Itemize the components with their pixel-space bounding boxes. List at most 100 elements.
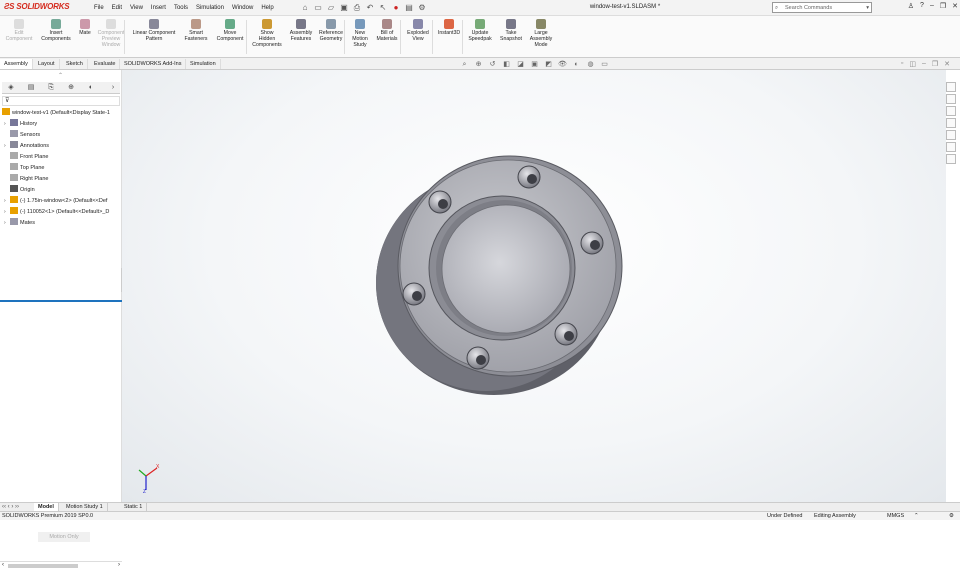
command-large-assembly-mode[interactable]: Large Assembly Mode: [528, 19, 554, 48]
tree-item[interactable]: › Mates: [4, 218, 35, 228]
command-instant3d[interactable]: Instant3D: [436, 19, 462, 36]
tree-item[interactable]: Top Plane: [4, 163, 44, 173]
tree-item[interactable]: Origin: [4, 185, 35, 195]
viewport-tile-icon[interactable]: ◫: [909, 60, 916, 68]
tab-layout[interactable]: Layout: [34, 59, 60, 69]
tab-solidworks-add-ins[interactable]: SOLIDWORKS Add-Ins: [120, 59, 187, 69]
options-icon[interactable]: ⚙: [417, 2, 427, 13]
command-assembly-features[interactable]: Assembly Features: [288, 19, 314, 42]
command-linear-component-pattern[interactable]: Linear Component Pattern: [128, 19, 180, 42]
file-properties-icon[interactable]: ▤: [404, 2, 414, 13]
design-library-icon[interactable]: [946, 94, 956, 104]
dynamic-annotation-icon[interactable]: ◪: [516, 60, 525, 69]
tree-item[interactable]: Right Plane: [4, 174, 48, 184]
tree-item[interactable]: › Annotations: [4, 141, 49, 151]
view-orientation-icon[interactable]: ▣: [530, 60, 539, 69]
hide-show-icon[interactable]: 👁: [558, 60, 567, 69]
panel-next-icon[interactable]: ›: [106, 83, 120, 93]
open-icon[interactable]: ▱: [326, 2, 336, 13]
tree-filter-input[interactable]: ⊽: [2, 96, 120, 106]
command-exploded-view[interactable]: Exploded View: [404, 19, 432, 42]
tree-item[interactable]: Sensors: [4, 130, 40, 140]
restore-icon[interactable]: ❐: [940, 2, 946, 10]
command-component-preview-window[interactable]: Component Preview Window: [96, 19, 126, 48]
reference-triad: X Z: [130, 460, 160, 496]
scroll-thumb[interactable]: [8, 564, 78, 568]
rebuild-icon[interactable]: ●: [391, 2, 401, 13]
zoom-to-area-icon[interactable]: ⊕: [474, 60, 483, 69]
tab-sketch[interactable]: Sketch: [62, 59, 88, 69]
tree-item[interactable]: › (-) 110052<1> (Default<<Default>_D: [4, 207, 109, 217]
tab-simulation[interactable]: Simulation: [186, 59, 221, 69]
menu-tools[interactable]: Tools: [170, 4, 192, 12]
menu-simulation[interactable]: Simulation: [192, 4, 228, 12]
tab-evaluate[interactable]: Evaluate: [90, 59, 121, 69]
print-icon[interactable]: ⎙: [352, 2, 362, 13]
scene-icon[interactable]: ◍: [586, 60, 595, 69]
view-settings-icon[interactable]: ▭: [600, 60, 609, 69]
edit-appearance-icon[interactable]: ◐: [572, 60, 581, 69]
command-new-motion-study[interactable]: New Motion Study: [348, 19, 372, 48]
dimxpert-tab-icon[interactable]: ⊕: [64, 83, 78, 93]
menu-insert[interactable]: Insert: [147, 4, 170, 12]
tree-item[interactable]: Front Plane: [4, 152, 48, 162]
search-commands-input[interactable]: ⌕ Search Commands ▾: [772, 2, 872, 13]
user-icon[interactable]: ♙: [908, 2, 914, 10]
menu-help[interactable]: Help: [257, 4, 277, 12]
menu-file[interactable]: File: [90, 4, 108, 12]
command-mate[interactable]: Mate: [76, 19, 94, 36]
display-manager-tab-icon[interactable]: ◐: [84, 83, 98, 93]
solidworks-logo[interactable]: ƧS SOLIDWORKS: [4, 2, 70, 11]
new-document-icon[interactable]: ▭: [313, 2, 323, 13]
viewport-minimize-icon[interactable]: ▫: [901, 60, 903, 68]
scroll-left-icon[interactable]: ‹: [2, 562, 4, 568]
command-update-speedpak[interactable]: Update Speedpak: [466, 19, 494, 42]
home-icon[interactable]: ⌂: [300, 2, 310, 13]
scroll-right-icon[interactable]: ›: [118, 562, 120, 568]
tree-item[interactable]: › History: [4, 119, 37, 129]
view-palette-icon[interactable]: [946, 118, 956, 128]
menu-window[interactable]: Window: [228, 4, 257, 12]
display-style-icon[interactable]: ◩: [544, 60, 553, 69]
select-icon[interactable]: ↖: [378, 2, 388, 13]
tab-assembly[interactable]: Assembly: [0, 59, 33, 69]
tree-item[interactable]: window-test-v1 (Default<Display State-1: [2, 108, 110, 118]
assembly-model[interactable]: [122, 70, 946, 502]
viewport-min-icon[interactable]: –: [922, 60, 926, 68]
help-icon[interactable]: ?: [920, 2, 924, 10]
custom-properties-icon[interactable]: [946, 142, 956, 152]
command-take-snapshot[interactable]: Take Snapshot: [498, 19, 524, 42]
forum-icon[interactable]: [946, 154, 956, 164]
command-show-hidden-components[interactable]: Show Hidden Components: [252, 19, 282, 48]
save-icon[interactable]: ▣: [339, 2, 349, 13]
command-bill-of-materials[interactable]: Bill of Materials: [374, 19, 400, 42]
graphics-area[interactable]: [122, 70, 946, 502]
panel-collapse-icon[interactable]: ⌃: [58, 72, 63, 79]
command-reference-geometry[interactable]: Reference Geometry: [316, 19, 346, 42]
zoom-to-fit-icon[interactable]: ⌕: [460, 60, 469, 69]
minimize-icon[interactable]: –: [930, 2, 934, 10]
command-insert-components[interactable]: Insert Components: [38, 19, 74, 42]
viewport-restore-icon[interactable]: ❐: [932, 60, 938, 68]
viewport-close-icon[interactable]: ✕: [944, 60, 950, 68]
property-manager-tab-icon[interactable]: ▤: [24, 83, 38, 93]
command-move-component[interactable]: Move Component: [212, 19, 248, 42]
menu-view[interactable]: View: [126, 4, 147, 12]
command-smart-fasteners[interactable]: Smart Fasteners: [182, 19, 210, 42]
search-dropdown-icon[interactable]: ▾: [866, 3, 869, 13]
section-view-icon[interactable]: ◧: [502, 60, 511, 69]
previous-view-icon[interactable]: ↺: [488, 60, 497, 69]
command-edit-component[interactable]: Edit Component: [2, 19, 36, 42]
menu-edit[interactable]: Edit: [108, 4, 126, 12]
undo-icon[interactable]: ↶: [365, 2, 375, 13]
configuration-manager-tab-icon[interactable]: ⎘: [44, 83, 58, 93]
tree-item[interactable]: › (-) 1.75in-window<2> (Default<<Def: [4, 196, 107, 206]
feature-manager-tab-icon[interactable]: ◈: [4, 83, 18, 93]
appearances-icon[interactable]: [946, 130, 956, 140]
close-icon[interactable]: ✕: [952, 2, 958, 10]
rollback-bar[interactable]: [0, 300, 122, 302]
command-label: Smart Fasteners: [184, 30, 208, 42]
solidworks-resources-icon[interactable]: [946, 82, 956, 92]
panel-horizontal-scrollbar[interactable]: ‹ ›: [0, 561, 122, 569]
file-explorer-icon[interactable]: [946, 106, 956, 116]
